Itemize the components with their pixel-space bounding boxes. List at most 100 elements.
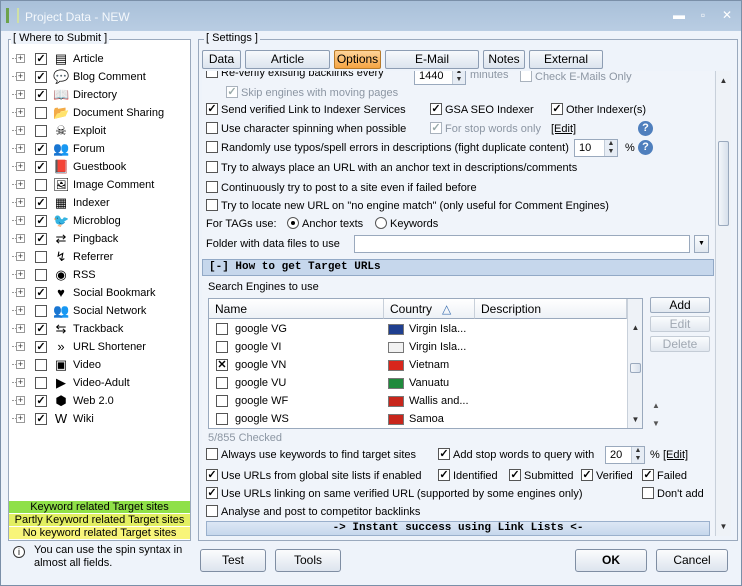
submit-item[interactable]: + ✓ 👥 Forum xyxy=(9,140,189,158)
stop-words-only-row[interactable]: ✓ For stop words only xyxy=(430,122,541,135)
folder-input[interactable] xyxy=(354,235,690,253)
submit-checkbox[interactable] xyxy=(35,359,47,371)
submit-item[interactable]: + 🖼 Image Comment xyxy=(9,176,189,194)
scroll-thumb[interactable] xyxy=(630,363,641,373)
submit-item[interactable]: + ✓ ▦ Indexer xyxy=(9,194,189,212)
stop-words-input[interactable]: 20 ▲ ▼ xyxy=(605,446,645,464)
table-row[interactable]: ✕ google VN Vietnam xyxy=(209,356,629,374)
submit-checkbox[interactable]: ✓ xyxy=(35,71,47,83)
char-spinning-edit-link[interactable]: [Edit] xyxy=(551,123,576,135)
stop-words-edit-link[interactable]: [Edit] xyxy=(663,449,688,461)
expand-icon[interactable]: + xyxy=(12,126,25,135)
tab-email-verification[interactable]: E-Mail verification xyxy=(385,50,479,83)
table-row[interactable]: google WS Samoa xyxy=(209,410,629,428)
send-indexer-row[interactable]: ✓ Send verified Link to Indexer Services xyxy=(206,103,406,116)
submit-item[interactable]: + ▣ Video xyxy=(9,356,189,374)
submit-checkbox[interactable]: ✓ xyxy=(35,323,47,335)
submit-checkbox[interactable] xyxy=(35,251,47,263)
expand-icon[interactable]: + xyxy=(12,198,25,207)
move-down-icon[interactable]: ▼ xyxy=(652,419,660,428)
submit-item[interactable]: + ✓ 💬 Blog Comment xyxy=(9,68,189,86)
expand-icon[interactable]: + xyxy=(12,270,25,279)
submit-item[interactable]: + 📂 Document Sharing xyxy=(9,104,189,122)
char-spinning-row[interactable]: Use character spinning when possible xyxy=(206,122,406,135)
anchor-texts-radio[interactable]: Anchor texts xyxy=(287,217,363,230)
add-stop-words-row[interactable]: ✓ Add stop words to query with xyxy=(438,448,594,461)
tools-button[interactable]: Tools xyxy=(275,549,341,572)
table-row[interactable]: google VG Virgin Isla... xyxy=(209,320,629,338)
submit-checkbox[interactable]: ✓ xyxy=(35,413,47,425)
verified-row[interactable]: ✓ Verified xyxy=(581,469,633,482)
submit-checkbox[interactable] xyxy=(35,269,47,281)
column-country[interactable]: Country △ xyxy=(384,299,475,319)
submit-checkbox[interactable] xyxy=(35,125,47,137)
submit-checkbox[interactable]: ✓ xyxy=(35,161,47,173)
submit-item[interactable]: + ✓ ♥ Social Bookmark xyxy=(9,284,189,302)
engine-checkbox[interactable] xyxy=(216,341,228,353)
cancel-button[interactable]: Cancel xyxy=(656,549,728,572)
submit-checkbox[interactable]: ✓ xyxy=(35,197,47,209)
move-up-icon[interactable]: ▲ xyxy=(652,401,660,410)
engine-checkbox[interactable] xyxy=(216,395,228,407)
expand-icon[interactable]: + xyxy=(12,378,25,387)
settings-scrollbar[interactable]: ▲ ▼ xyxy=(715,71,731,536)
column-name[interactable]: Name xyxy=(209,299,384,319)
submit-item[interactable]: + ✓ ⇄ Pingback xyxy=(9,230,189,248)
close-icon[interactable]: ✕ xyxy=(719,8,735,22)
submit-checkbox[interactable] xyxy=(35,107,47,119)
expand-icon[interactable]: + xyxy=(12,144,25,153)
expand-icon[interactable]: + xyxy=(12,90,25,99)
instant-success-header[interactable]: -> Instant success using Link Lists <- xyxy=(206,521,710,536)
ok-button[interactable]: OK xyxy=(575,549,647,572)
expand-icon[interactable]: + xyxy=(12,414,25,423)
submit-item[interactable]: + ▶ Video-Adult xyxy=(9,374,189,392)
table-scrollbar[interactable]: ▲ ▼ xyxy=(627,299,642,428)
keywords-radio[interactable]: Keywords xyxy=(375,217,438,230)
gsa-indexer-row[interactable]: ✓ GSA SEO Indexer xyxy=(430,103,534,116)
typos-row[interactable]: Randomly use typos/spell errors in descr… xyxy=(206,141,569,154)
failed-row[interactable]: ✓ Failed xyxy=(642,469,687,482)
continuous-row[interactable]: Continuously try to post to a site even … xyxy=(206,181,477,194)
global-lists-row[interactable]: ✓ Use URLs from global site lists if enab… xyxy=(206,469,422,482)
submit-item[interactable]: + ✓ 📕 Guestbook xyxy=(9,158,189,176)
expand-icon[interactable]: + xyxy=(12,162,25,171)
engine-checkbox[interactable]: ✕ xyxy=(216,359,228,371)
delete-engine-button[interactable]: Delete xyxy=(650,336,710,352)
other-indexer-row[interactable]: ✓ Other Indexer(s) xyxy=(551,103,646,116)
expand-icon[interactable]: + xyxy=(12,288,25,297)
scroll-thumb[interactable] xyxy=(718,141,729,226)
submit-item[interactable]: + ✓ 📖 Directory xyxy=(9,86,189,104)
help-icon[interactable]: ? xyxy=(638,140,653,155)
submit-item[interactable]: + ↯ Referrer xyxy=(9,248,189,266)
typos-percent-input[interactable]: 10 ▲ ▼ xyxy=(574,139,618,157)
expand-icon[interactable]: + xyxy=(12,252,25,261)
skip-moving-row[interactable]: ✓ Skip engines with moving pages xyxy=(226,86,398,99)
expand-icon[interactable]: + xyxy=(12,234,25,243)
submit-item[interactable]: + ✓ 🐦 Microblog xyxy=(9,212,189,230)
submit-item[interactable]: + ✓ » URL Shortener xyxy=(9,338,189,356)
submit-checkbox[interactable]: ✓ xyxy=(35,395,47,407)
check-emails-row[interactable]: Check E-Mails Only xyxy=(520,71,632,83)
submit-checkbox[interactable]: ✓ xyxy=(35,215,47,227)
submit-checkbox[interactable] xyxy=(35,377,47,389)
reverify-checkbox[interactable] xyxy=(206,71,218,79)
engine-checkbox[interactable] xyxy=(216,323,228,335)
submit-checkbox[interactable]: ✓ xyxy=(35,89,47,101)
submit-checkbox[interactable]: ✓ xyxy=(35,143,47,155)
submit-checkbox[interactable]: ✓ xyxy=(35,341,47,353)
minimize-icon[interactable]: ▬ xyxy=(671,8,687,22)
tab-article-manager[interactable]: Article Manager xyxy=(245,50,330,83)
submit-checkbox[interactable]: ✓ xyxy=(35,233,47,245)
expand-icon[interactable]: + xyxy=(12,396,25,405)
submit-checkbox[interactable]: ✓ xyxy=(35,287,47,299)
scroll-up-icon[interactable]: ▲ xyxy=(717,74,730,87)
engine-checkbox[interactable] xyxy=(216,377,228,389)
submit-item[interactable]: + ☠ Exploit xyxy=(9,122,189,140)
expand-icon[interactable]: + xyxy=(12,216,25,225)
expand-icon[interactable]: + xyxy=(12,360,25,369)
reverify-minutes-input[interactable]: 1440 ▲ ▼ xyxy=(414,71,466,85)
maximize-icon[interactable]: ▫ xyxy=(695,8,711,22)
submit-checkbox[interactable] xyxy=(35,305,47,317)
tab-external-apis[interactable]: External APIs xyxy=(529,50,603,83)
dont-add-row[interactable]: Don't add xyxy=(642,487,704,500)
